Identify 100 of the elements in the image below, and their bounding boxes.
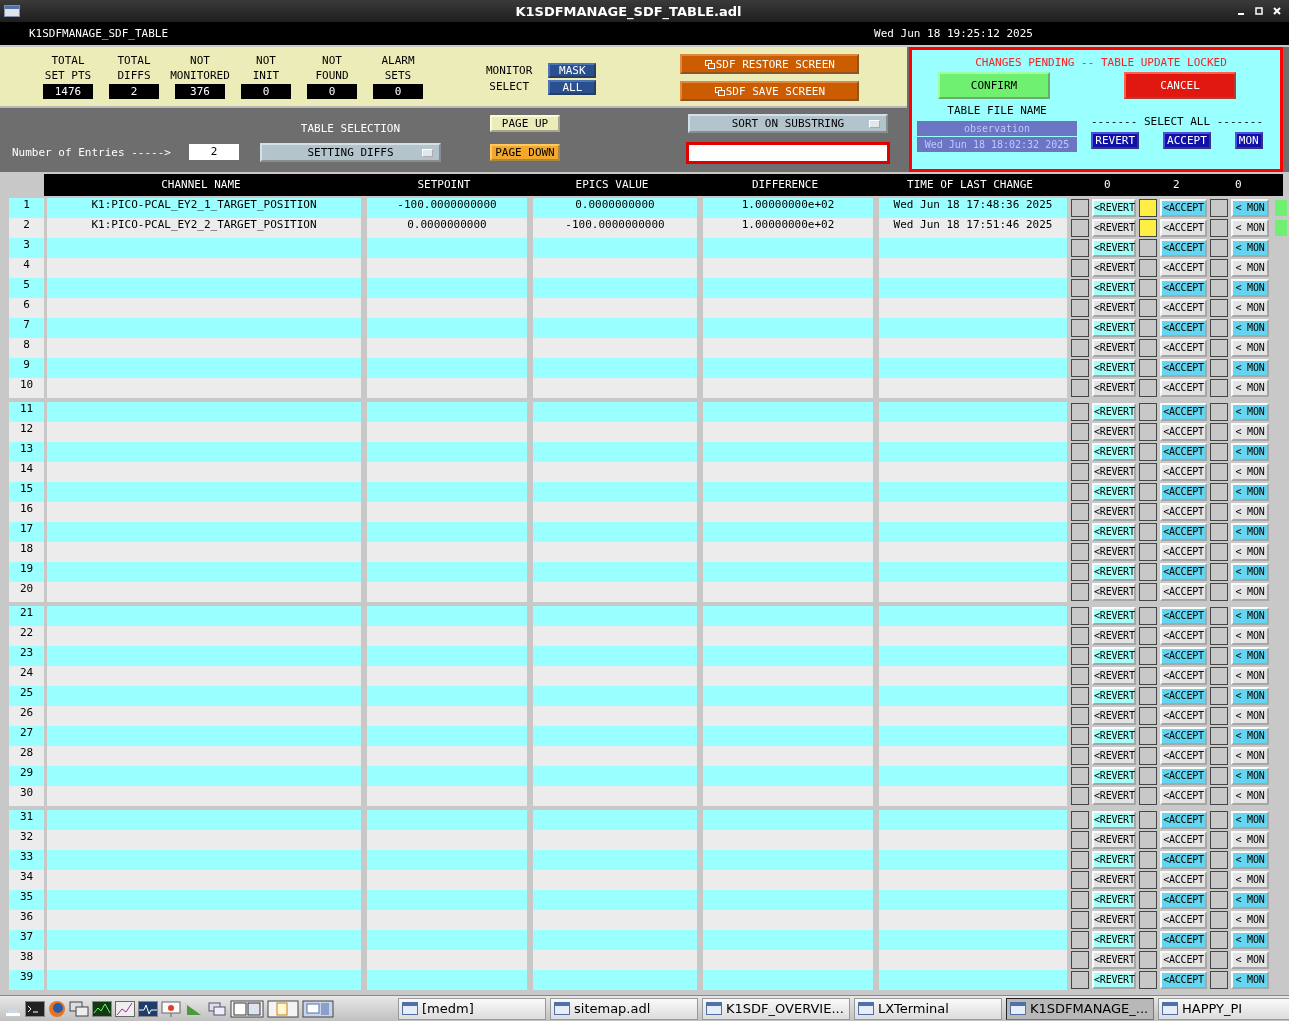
monitor-button[interactable]: < MON bbox=[1231, 607, 1269, 625]
accept-button[interactable]: <ACCEPT bbox=[1160, 443, 1207, 461]
taskbar-window-button[interactable]: [medm] bbox=[398, 997, 546, 1020]
accept-button[interactable]: <ACCEPT bbox=[1160, 503, 1207, 521]
accept-button[interactable]: <ACCEPT bbox=[1160, 811, 1207, 829]
revert-button[interactable]: <REVERT bbox=[1092, 403, 1136, 421]
monitor-button[interactable]: < MON bbox=[1231, 971, 1269, 989]
monitor-button[interactable]: < MON bbox=[1231, 463, 1269, 481]
revert-button[interactable]: <REVERT bbox=[1092, 767, 1136, 785]
confirm-button[interactable]: CONFIRM bbox=[938, 72, 1050, 99]
revert-button[interactable]: <REVERT bbox=[1092, 523, 1136, 541]
revert-button[interactable]: <REVERT bbox=[1092, 259, 1136, 277]
accept-button[interactable]: <ACCEPT bbox=[1160, 319, 1207, 337]
monitor-button[interactable]: < MON bbox=[1231, 911, 1269, 929]
revert-button[interactable]: <REVERT bbox=[1092, 543, 1136, 561]
monitor-button[interactable]: < MON bbox=[1231, 687, 1269, 705]
monitor-button[interactable]: < MON bbox=[1231, 543, 1269, 561]
revert-button[interactable]: <REVERT bbox=[1092, 667, 1136, 685]
monitor-button[interactable]: < MON bbox=[1231, 299, 1269, 317]
accept-button[interactable]: <ACCEPT bbox=[1160, 199, 1207, 217]
revert-button[interactable]: <REVERT bbox=[1092, 891, 1136, 909]
revert-button[interactable]: <REVERT bbox=[1092, 219, 1136, 237]
revert-button[interactable]: <REVERT bbox=[1092, 831, 1136, 849]
accept-button[interactable]: <ACCEPT bbox=[1160, 463, 1207, 481]
accept-button[interactable]: <ACCEPT bbox=[1160, 607, 1207, 625]
monitor-button[interactable]: < MON bbox=[1231, 647, 1269, 665]
revert-button[interactable]: <REVERT bbox=[1092, 239, 1136, 257]
monitor-button[interactable]: < MON bbox=[1231, 871, 1269, 889]
monitor-button[interactable]: < MON bbox=[1231, 727, 1269, 745]
monitor-button[interactable]: < MON bbox=[1231, 931, 1269, 949]
revert-button[interactable]: <REVERT bbox=[1092, 911, 1136, 929]
sort-menu[interactable]: SORT ON SUBSTRING bbox=[687, 114, 888, 133]
accept-button[interactable]: <ACCEPT bbox=[1160, 931, 1207, 949]
accept-button[interactable]: <ACCEPT bbox=[1160, 831, 1207, 849]
monitor-select-button[interactable]: MASK bbox=[548, 63, 597, 78]
monitor-button[interactable]: < MON bbox=[1231, 259, 1269, 277]
revert-button[interactable]: <REVERT bbox=[1092, 463, 1136, 481]
revert-button[interactable]: <REVERT bbox=[1092, 299, 1136, 317]
page-button[interactable]: PAGE DOWN bbox=[489, 144, 560, 161]
monitor-button[interactable]: < MON bbox=[1231, 199, 1269, 217]
accept-button[interactable]: <ACCEPT bbox=[1160, 667, 1207, 685]
monitor-button[interactable]: < MON bbox=[1231, 359, 1269, 377]
monitor-select-button[interactable]: ALL bbox=[548, 80, 597, 95]
accept-button[interactable]: <ACCEPT bbox=[1160, 787, 1207, 805]
accept-button[interactable]: <ACCEPT bbox=[1160, 687, 1207, 705]
table-selection-menu[interactable]: SETTING DIFFS bbox=[259, 143, 441, 162]
revert-button[interactable]: <REVERT bbox=[1092, 483, 1136, 501]
accept-button[interactable]: <ACCEPT bbox=[1160, 219, 1207, 237]
accept-button[interactable]: <ACCEPT bbox=[1160, 543, 1207, 561]
accept-button[interactable]: <ACCEPT bbox=[1160, 851, 1207, 869]
monitor-button[interactable]: < MON bbox=[1231, 503, 1269, 521]
revert-button[interactable]: <REVERT bbox=[1092, 951, 1136, 969]
accept-button[interactable]: <ACCEPT bbox=[1160, 299, 1207, 317]
accept-button[interactable]: <ACCEPT bbox=[1160, 359, 1207, 377]
accept-button[interactable]: <ACCEPT bbox=[1160, 259, 1207, 277]
taskbar-window-button[interactable]: K1SDFMANAGE_... bbox=[1006, 997, 1154, 1020]
revert-button[interactable]: <REVERT bbox=[1092, 443, 1136, 461]
accept-button[interactable]: <ACCEPT bbox=[1160, 403, 1207, 421]
revert-button[interactable]: <REVERT bbox=[1092, 627, 1136, 645]
revert-button[interactable]: <REVERT bbox=[1092, 423, 1136, 441]
taskbar-window-button[interactable]: sitemap.adl bbox=[550, 997, 698, 1020]
monitor-button[interactable]: < MON bbox=[1231, 787, 1269, 805]
accept-button[interactable]: <ACCEPT bbox=[1160, 727, 1207, 745]
monitor-button[interactable]: < MON bbox=[1231, 563, 1269, 581]
revert-button[interactable]: <REVERT bbox=[1092, 279, 1136, 297]
monitor-button[interactable]: < MON bbox=[1231, 851, 1269, 869]
accept-button[interactable]: <ACCEPT bbox=[1160, 239, 1207, 257]
monitor-button[interactable]: < MON bbox=[1231, 423, 1269, 441]
accept-button[interactable]: <ACCEPT bbox=[1160, 747, 1207, 765]
monitor-button[interactable]: < MON bbox=[1231, 339, 1269, 357]
monitor-button[interactable]: < MON bbox=[1231, 403, 1269, 421]
revert-button[interactable]: <REVERT bbox=[1092, 319, 1136, 337]
monitor-button[interactable]: < MON bbox=[1231, 667, 1269, 685]
accept-button[interactable]: <ACCEPT bbox=[1160, 339, 1207, 357]
revert-button[interactable]: <REVERT bbox=[1092, 199, 1136, 217]
accept-button[interactable]: <ACCEPT bbox=[1160, 563, 1207, 581]
monitor-button[interactable]: < MON bbox=[1231, 239, 1269, 257]
accept-button[interactable]: <ACCEPT bbox=[1160, 523, 1207, 541]
revert-button[interactable]: <REVERT bbox=[1092, 583, 1136, 601]
monitor-button[interactable]: < MON bbox=[1231, 767, 1269, 785]
monitor-button[interactable]: < MON bbox=[1231, 951, 1269, 969]
revert-button[interactable]: <REVERT bbox=[1092, 687, 1136, 705]
revert-button[interactable]: <REVERT bbox=[1092, 339, 1136, 357]
monitor-button[interactable]: < MON bbox=[1231, 831, 1269, 849]
monitor-button[interactable]: < MON bbox=[1231, 483, 1269, 501]
accept-button[interactable]: <ACCEPT bbox=[1160, 423, 1207, 441]
taskbar-window-button[interactable]: HAPPY_PI bbox=[1158, 997, 1289, 1020]
revert-button[interactable]: <REVERT bbox=[1092, 871, 1136, 889]
revert-button[interactable]: <REVERT bbox=[1092, 707, 1136, 725]
select-all-button[interactable]: ACCEPT bbox=[1163, 132, 1211, 149]
page-button[interactable]: PAGE UP bbox=[489, 115, 560, 132]
accept-button[interactable]: <ACCEPT bbox=[1160, 951, 1207, 969]
monitor-button[interactable]: < MON bbox=[1231, 319, 1269, 337]
revert-button[interactable]: <REVERT bbox=[1092, 563, 1136, 581]
revert-button[interactable]: <REVERT bbox=[1092, 607, 1136, 625]
accept-button[interactable]: <ACCEPT bbox=[1160, 871, 1207, 889]
revert-button[interactable]: <REVERT bbox=[1092, 379, 1136, 397]
accept-button[interactable]: <ACCEPT bbox=[1160, 971, 1207, 989]
revert-button[interactable]: <REVERT bbox=[1092, 787, 1136, 805]
revert-button[interactable]: <REVERT bbox=[1092, 851, 1136, 869]
